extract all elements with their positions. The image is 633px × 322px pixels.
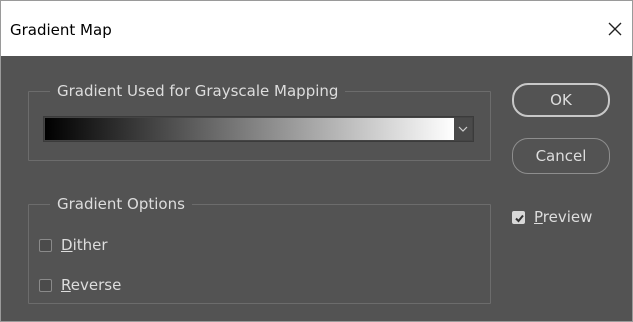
reverse-checkbox[interactable]: [39, 278, 52, 292]
cancel-button[interactable]: Cancel: [512, 138, 610, 174]
dialog-body: Gradient Used for Grayscale Mapping Grad…: [1, 56, 632, 321]
reverse-mnemonic: R: [61, 276, 71, 294]
gradient-group-legend: Gradient Used for Grayscale Mapping: [57, 82, 339, 100]
dither-label[interactable]: Dither: [61, 236, 108, 254]
preview-option[interactable]: Preview: [512, 207, 592, 227]
chevron-down-icon: [458, 126, 468, 132]
gradient-options-group: Gradient Options Dither Reverse: [28, 196, 491, 304]
checkmark-icon: [515, 214, 524, 222]
close-icon: [608, 22, 622, 36]
gradient-picker[interactable]: [43, 116, 474, 142]
gradient-map-dialog: Gradient Map Gradient Used for Grayscale…: [0, 0, 633, 322]
ok-button[interactable]: OK: [512, 83, 610, 117]
reverse-label[interactable]: Reverse: [61, 276, 121, 294]
dither-mnemonic: D: [61, 236, 73, 254]
dither-checkbox[interactable]: [39, 238, 52, 252]
title-bar[interactable]: Gradient Map: [1, 1, 632, 56]
preview-mnemonic: P: [534, 208, 543, 226]
gradient-preview-swatch[interactable]: [45, 118, 454, 140]
dither-option[interactable]: Dither: [39, 235, 108, 255]
preview-checkbox[interactable]: [512, 210, 525, 224]
preview-label[interactable]: Preview: [534, 208, 592, 226]
dialog-title: Gradient Map: [10, 21, 112, 39]
gradient-dropdown-button[interactable]: [454, 118, 472, 140]
reverse-label-rest: everse: [70, 276, 122, 294]
dither-label-rest: ither: [72, 236, 108, 254]
close-button[interactable]: [598, 11, 632, 47]
reverse-option[interactable]: Reverse: [39, 275, 121, 295]
preview-label-rest: review: [542, 208, 593, 226]
gradient-group: Gradient Used for Grayscale Mapping: [28, 83, 491, 161]
gradient-options-legend: Gradient Options: [57, 195, 185, 213]
